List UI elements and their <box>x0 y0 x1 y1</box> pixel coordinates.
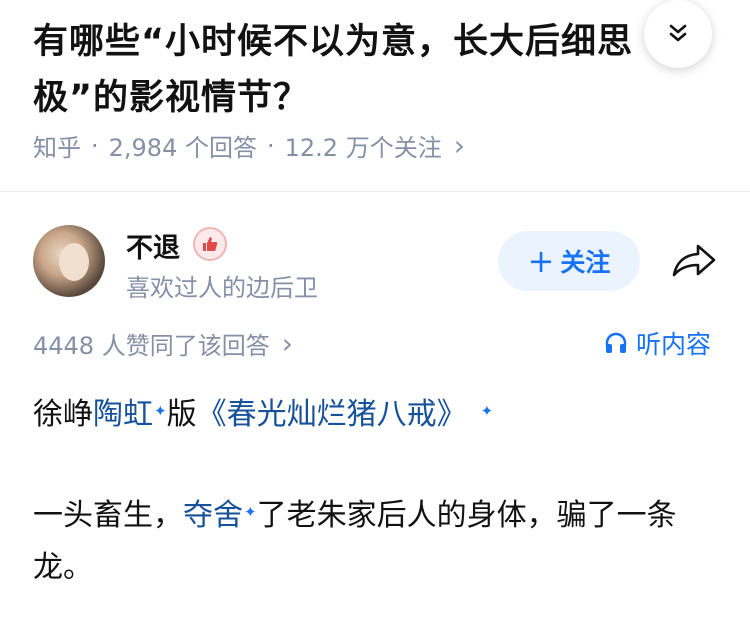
chevron-right-icon: › <box>281 327 293 360</box>
author-name[interactable]: 不退 <box>126 226 180 265</box>
followers-count: 12.2 万个关注 <box>284 134 442 162</box>
listen-button[interactable]: 听内容 <box>604 325 711 361</box>
follow-button[interactable]: + 关注 <box>498 231 640 291</box>
double-chevron-down-icon <box>669 24 687 42</box>
avatar[interactable] <box>33 225 105 297</box>
thumbs-up-icon <box>203 237 218 251</box>
keyword-link[interactable]: 陶虹 <box>93 397 153 432</box>
answer-paragraph: 徐峥陶虹✦版《春光灿烂猪八戒》 ✦ <box>33 389 723 441</box>
divider <box>0 191 750 192</box>
keyword-link[interactable]: 《春光灿烂猪八戒》 <box>197 397 467 432</box>
answer-text: 一头畜生， <box>33 498 183 533</box>
likes-label: 4448 人赞同了该回答 <box>33 332 270 360</box>
keyword-link[interactable]: 夺舍 <box>183 498 243 533</box>
share-icon[interactable] <box>670 240 718 280</box>
sparkle-icon: ✦ <box>480 402 494 420</box>
chevron-right-icon: › <box>453 129 465 162</box>
likes-count[interactable]: 4448 人赞同了该回答 › <box>33 326 293 361</box>
plus-icon: + <box>527 242 555 280</box>
question-meta[interactable]: 知乎 · 2,984 个回答 · 12.2 万个关注 › <box>33 128 465 163</box>
headphones-icon <box>605 332 627 353</box>
sparkle-icon: ✦ <box>244 503 257 521</box>
follow-label: 关注 <box>560 248 611 277</box>
source-label: 知乎 <box>33 134 81 162</box>
question-title[interactable]: 有哪些“小时候不以为意，长大后细思 极”的影视情节？ <box>33 14 733 126</box>
listen-label: 听内容 <box>636 330 712 359</box>
separator-dot: · <box>91 131 99 160</box>
separator-dot: · <box>266 131 275 160</box>
sparkle-icon: ✦ <box>154 402 167 420</box>
answer-text: 版 <box>166 397 197 432</box>
answer-paragraph: 一头畜生，夺舍✦了老朱家后人的身体，骗了一条龙。 <box>33 490 723 594</box>
question-title-line1: 有哪些“小时候不以为意，长大后细思 <box>33 22 634 62</box>
collapse-button[interactable] <box>644 0 712 68</box>
avatar-face <box>59 243 89 281</box>
question-title-line2: 极”的影视情节？ <box>33 78 310 118</box>
author-bio: 喜欢过人的边后卫 <box>126 274 318 302</box>
thumbs-up-badge-icon[interactable] <box>193 227 227 261</box>
answer-text: 徐峥 <box>33 397 93 432</box>
answers-count: 2,984 个回答 <box>108 134 257 162</box>
